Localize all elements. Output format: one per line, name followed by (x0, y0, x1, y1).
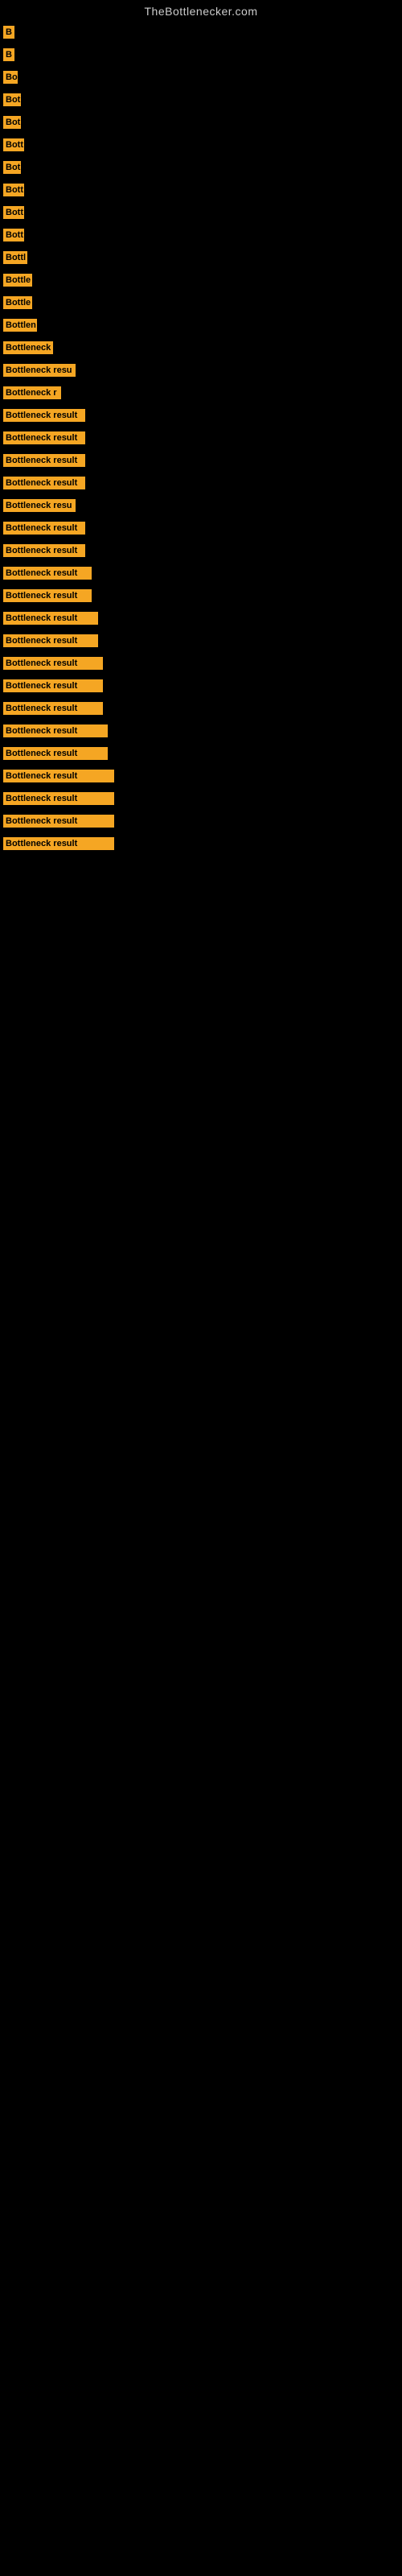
bar-label: Bottleneck result (3, 544, 85, 557)
bar-row: Bottleneck result (0, 562, 402, 584)
bar-label: Bottleneck r (3, 386, 61, 399)
bar-label: Bottleneck resu (3, 499, 76, 512)
bar-row: Bot (0, 156, 402, 179)
bar-row: Bottleneck result (0, 517, 402, 539)
bar-row: Bottle (0, 269, 402, 291)
bar-row: B (0, 43, 402, 66)
bar-label: Bottleneck result (3, 589, 92, 602)
bar-row: Bot (0, 111, 402, 134)
bar-label: Bottlen (3, 319, 37, 332)
bar-label: Bottleneck result (3, 431, 85, 444)
bar-row: Bo (0, 66, 402, 89)
bar-row: Bottleneck result (0, 427, 402, 449)
bar-row: Bottleneck result (0, 539, 402, 562)
bar-label: Bottleneck result (3, 724, 108, 737)
bar-row: Bottleneck result (0, 765, 402, 787)
bar-row: Bott (0, 201, 402, 224)
bar-label: Bottleneck result (3, 702, 103, 715)
bar-label: Bottleneck result (3, 770, 114, 782)
bar-label: Bo (3, 71, 18, 84)
bar-row: B (0, 21, 402, 43)
bar-row: Bottleneck result (0, 630, 402, 652)
bar-row: Bottleneck result (0, 472, 402, 494)
bar-label: Bottle (3, 296, 32, 309)
bar-row: Bottlen (0, 314, 402, 336)
bar-row: Bottleneck result (0, 832, 402, 855)
bar-row: Bottleneck result (0, 787, 402, 810)
bar-row: Bottleneck resu (0, 359, 402, 382)
bar-row: Bottleneck result (0, 449, 402, 472)
bar-label: B (3, 48, 14, 61)
bar-label: Bottleneck result (3, 747, 108, 760)
bar-row: Bottleneck result (0, 607, 402, 630)
bar-label: Bott (3, 138, 24, 151)
bar-label: Bottleneck resu (3, 364, 76, 377)
bar-label: Bottleneck result (3, 837, 114, 850)
bar-label: Bottleneck result (3, 454, 85, 467)
bar-row: Bottleneck resu (0, 494, 402, 517)
bar-label: Bottleneck result (3, 815, 114, 828)
bar-row: Bottleneck (0, 336, 402, 359)
bar-label: B (3, 26, 14, 39)
bar-label: Bottle (3, 274, 32, 287)
bar-label: Bottleneck result (3, 679, 103, 692)
bar-row: Bottleneck result (0, 697, 402, 720)
bar-row: Bottleneck result (0, 675, 402, 697)
bar-label: Bottleneck result (3, 477, 85, 489)
bar-row: Bottleneck result (0, 652, 402, 675)
bar-label: Bottleneck result (3, 612, 98, 625)
bar-row: Bott (0, 179, 402, 201)
bar-label: Bot (3, 116, 21, 129)
bar-label: Bot (3, 93, 21, 106)
bars-container: BB Bo Bot Bot Bott Bot Bott Bott Bott Bottl Bottle… (0, 21, 402, 855)
bar-label: Bottleneck result (3, 522, 85, 535)
bar-row: Bottleneck result (0, 720, 402, 742)
bar-row: Bottl (0, 246, 402, 269)
bar-label: Bottleneck (3, 341, 53, 354)
bar-label: Bottleneck result (3, 657, 103, 670)
bar-row: Bottleneck result (0, 742, 402, 765)
bar-row: Bott (0, 224, 402, 246)
bar-row: Bottleneck result (0, 584, 402, 607)
bar-row: Bottleneck result (0, 810, 402, 832)
bar-label: Bottl (3, 251, 27, 264)
bar-row: Bottle (0, 291, 402, 314)
bar-row: Bott (0, 134, 402, 156)
bar-row: Bottleneck result (0, 404, 402, 427)
bar-label: Bottleneck result (3, 792, 114, 805)
site-title: TheBottlenecker.com (0, 0, 402, 21)
bar-row: Bot (0, 89, 402, 111)
bar-label: Bott (3, 184, 24, 196)
bar-label: Bott (3, 229, 24, 242)
bar-label: Bot (3, 161, 21, 174)
bar-label: Bott (3, 206, 24, 219)
bar-row: Bottleneck r (0, 382, 402, 404)
bar-label: Bottleneck result (3, 634, 98, 647)
bar-label: Bottleneck result (3, 567, 92, 580)
bar-label: Bottleneck result (3, 409, 85, 422)
